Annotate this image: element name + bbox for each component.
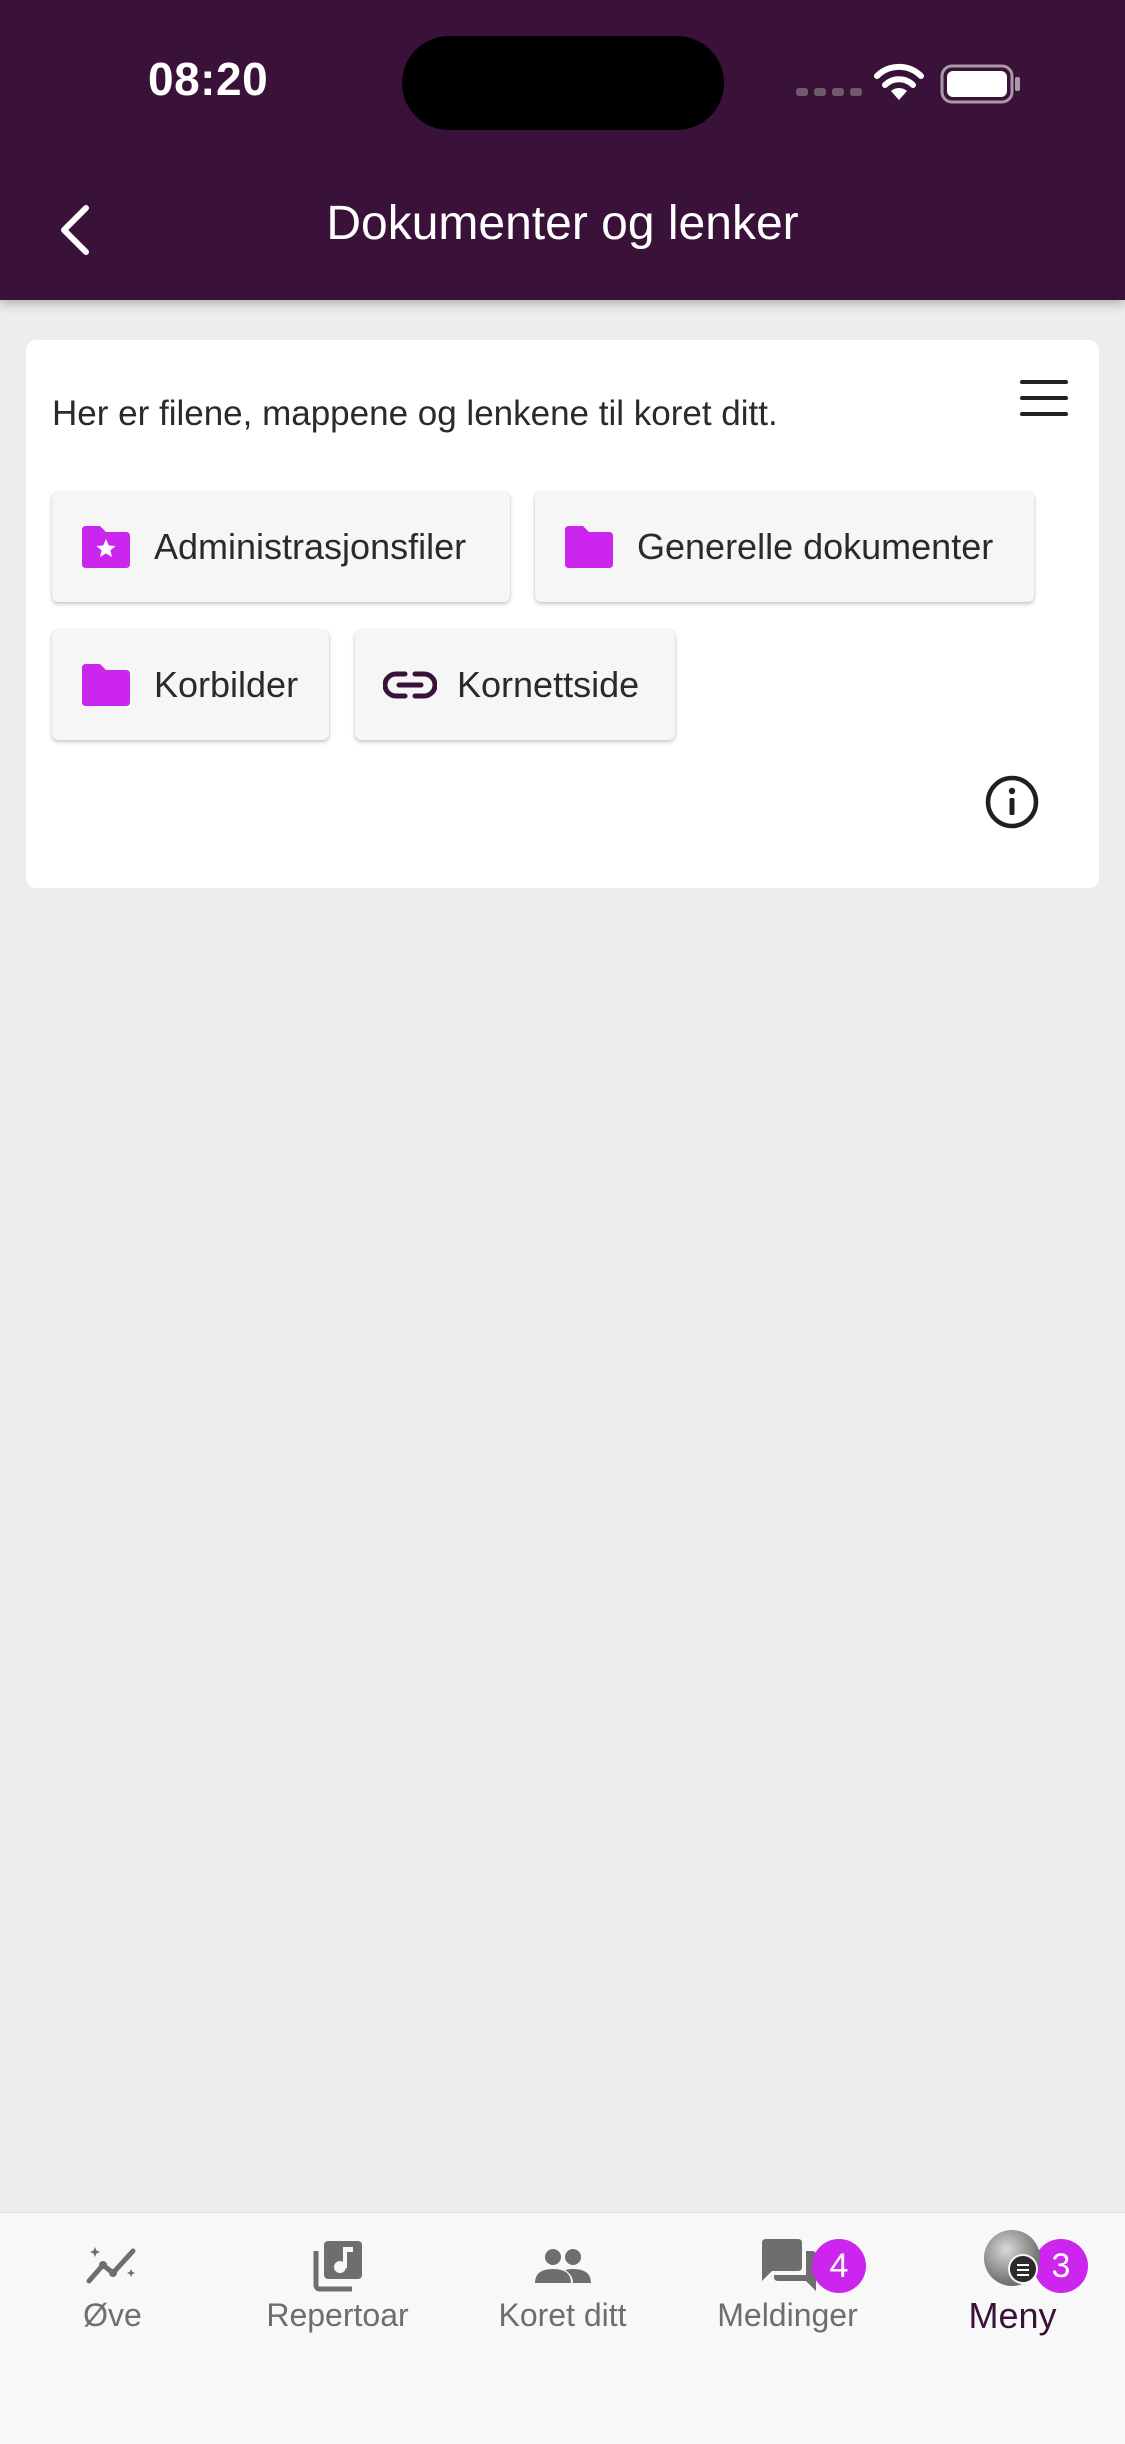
link-chip-kornettside[interactable]: Kornettside: [355, 630, 675, 740]
nav-label: Øve: [83, 2297, 142, 2333]
link-icon: [383, 661, 437, 709]
folder-icon: [563, 523, 617, 571]
nav-item-meldinger[interactable]: Meldinger: [675, 2213, 900, 2373]
nav-label: Meldinger: [717, 2297, 858, 2333]
nav-label: Meny: [968, 2295, 1057, 2336]
folder-chip-korbilder[interactable]: Korbilder: [52, 630, 329, 740]
music-library-icon: [313, 2241, 362, 2292]
wifi-icon: [874, 63, 924, 100]
folder-icon: [80, 661, 134, 709]
nav-item-repertoar[interactable]: Repertoar: [225, 2213, 450, 2373]
bottom-navigation: Øve Repertoar Koret ditt Meldinger 4 Men…: [0, 2212, 1125, 2444]
status-time: 08:20: [148, 53, 269, 105]
people-icon: [534, 2249, 591, 2283]
chip-label: Kornettside: [457, 664, 640, 705]
avatar-menu-icon: [1008, 2254, 1038, 2284]
info-button[interactable]: [984, 774, 1040, 830]
nav-item-ove[interactable]: Øve: [0, 2213, 225, 2373]
practice-trend-icon: [86, 2247, 135, 2284]
nav-label: Repertoar: [266, 2297, 409, 2333]
info-icon: [985, 775, 1039, 829]
dynamic-island: [402, 36, 724, 130]
app-header: 08:20 Dokumenter og lenker: [0, 0, 1125, 300]
menu-badge: 3: [1034, 2239, 1088, 2293]
folder-chip-generelle-dokumenter[interactable]: Generelle dokumenter: [535, 492, 1034, 602]
nav-label: Koret ditt: [498, 2297, 627, 2333]
folder-star-icon: [80, 523, 134, 571]
cellular-signal-icon: [796, 88, 862, 96]
chip-label: Administrasjonsfiler: [154, 526, 467, 567]
messages-badge: 4: [812, 2239, 866, 2293]
intro-text: Her er filene, mappene og lenkene til ko…: [52, 394, 778, 433]
chip-label: Korbilder: [154, 664, 299, 705]
nav-item-koret-ditt[interactable]: Koret ditt: [450, 2213, 675, 2373]
battery-icon: [940, 64, 1020, 104]
page-title: Dokumenter og lenker: [326, 197, 799, 250]
hamburger-menu-button[interactable]: [1018, 378, 1070, 418]
chip-label: Generelle dokumenter: [637, 526, 994, 567]
chat-icon: [761, 2239, 816, 2291]
folder-chip-administrasjonsfiler[interactable]: Administrasjonsfiler: [52, 492, 510, 602]
